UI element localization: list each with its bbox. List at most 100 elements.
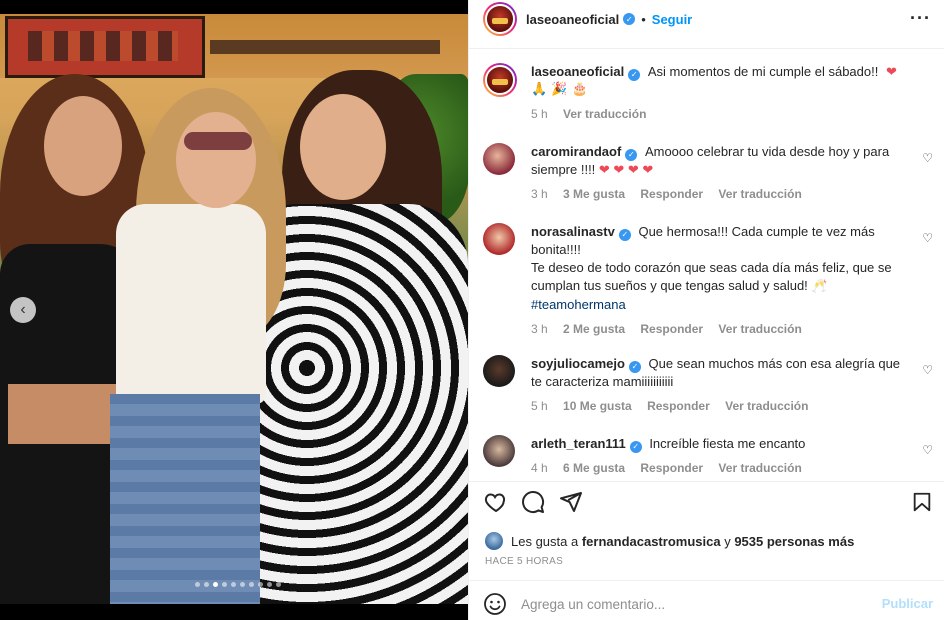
commenter-avatar[interactable] [483,223,515,255]
toast-emoji-icon: 🥂 [811,279,828,294]
caption-meta: 5 h Ver traducción [531,105,911,123]
like-heart-icon[interactable]: ♡ [922,231,933,245]
person-center-top [116,204,266,404]
carousel-dot [258,582,263,587]
comment-reply-button[interactable]: Responder [640,461,703,475]
likes-connector: y [724,533,731,549]
more-horizontal-icon[interactable]: ··· [910,8,931,29]
comment-meta: 4 h 6 Me gusta Responder Ver traducción [531,459,911,477]
verified-badge-icon: ✓ [628,69,641,81]
comment-translate-link[interactable]: Ver traducción [718,461,801,475]
like-heart-icon[interactable]: ♡ [922,443,933,457]
likes-prefix: Les gusta a [511,533,579,549]
like-heart-icon[interactable]: ♡ [922,363,933,377]
comment-translate-link[interactable]: Ver traducción [725,399,808,413]
comment-item: soyjuliocamejo ✓ Que sean muchos más con … [483,355,933,415]
publish-button[interactable]: Publicar [882,596,933,611]
comment-meta: 3 h 2 Me gusta Responder Ver traducción [531,320,911,338]
commenter-avatar[interactable] [483,355,515,387]
share-paper-plane-icon[interactable] [559,490,583,514]
person-right-face [300,94,386,200]
commenter-username[interactable]: arleth_teran111 [531,436,626,451]
comment-meta: 3 h 3 Me gusta Responder Ver traducción [531,185,911,203]
add-comment-row: Publicar [483,590,933,618]
person-left-waist [8,384,118,444]
carousel-dot [240,582,245,587]
caption-username[interactable]: laseoaneoficial [531,64,624,79]
post-panel: laseoaneoficial ✓ • Seguir ··· laseoaneo… [468,0,944,620]
actions-divider [469,481,944,482]
comment-text: Increíble fiesta me encanto [649,436,806,451]
emoji-smiley-icon[interactable] [483,592,507,616]
caption-emojis: 🙏 🎉 🎂 [531,82,588,97]
caption-avatar[interactable] [483,63,517,97]
author-username[interactable]: laseoaneoficial [526,12,619,27]
add-comment-input[interactable] [521,596,861,612]
verified-badge-icon: ✓ [625,149,638,161]
header-separator: • [641,11,646,27]
bookmark-icon[interactable] [911,490,933,514]
post-media[interactable]: ‹ [0,0,468,620]
likes-summary: Les gusta a fernandacastromusica y 9535 … [485,532,854,550]
comment-reply-button[interactable]: Responder [640,322,703,336]
commenter-username[interactable]: norasalinastv [531,224,615,239]
carousel-dot [249,582,254,587]
comment-translate-link[interactable]: Ver traducción [718,187,801,201]
caption-time[interactable]: 5 h [531,107,548,121]
comment-reply-button[interactable]: Responder [647,399,710,413]
post-photo [0,14,468,604]
carousel-dot [222,582,227,587]
comment-text-2: Te deseo de todo corazón que seas cada d… [531,260,892,293]
comment-time[interactable]: 5 h [531,399,548,413]
caption-translate-link[interactable]: Ver traducción [563,107,646,121]
action-bar [483,490,933,518]
author-avatar[interactable] [483,2,517,36]
comment-item: norasalinastv ✓ Que hermosa!!! Cada cumpl… [483,223,933,338]
comment-time[interactable]: 3 h [531,322,548,336]
follow-button[interactable]: Seguir [652,12,692,27]
add-comment-divider [469,580,944,581]
photo-background-shelf [210,40,440,54]
person-center-sunglasses [184,132,252,150]
comment-translate-link[interactable]: Ver traducción [718,322,801,336]
verified-badge-icon: ✓ [623,13,636,25]
verified-badge-icon: ✓ [629,441,642,453]
post-header: laseoaneoficial ✓ • Seguir ··· [469,0,944,38]
commenter-username[interactable]: caromirandaof [531,144,621,159]
caption: laseoaneoficial ✓ Asi momentos de mi cump… [483,63,933,123]
person-left-face [44,96,122,196]
commenter-username[interactable]: soyjuliocamejo [531,356,625,371]
comment-likes[interactable]: 3 Me gusta [563,187,625,201]
heart-emojis-icon: ❤ ❤ ❤ ❤ [598,162,654,177]
post-timestamp[interactable]: HACE 5 HORAS [485,556,563,567]
comment-likes[interactable]: 2 Me gusta [563,322,625,336]
carousel-dot [276,582,281,587]
carousel-prev-button[interactable]: ‹ [10,297,36,323]
comment-time[interactable]: 4 h [531,461,548,475]
commenter-avatar[interactable] [483,435,515,467]
carousel-dots [195,582,281,587]
like-heart-icon[interactable]: ♡ [922,151,933,165]
liker-username[interactable]: fernandacastromusica [582,534,721,549]
chevron-left-icon: ‹ [20,301,26,318]
carousel-dot [204,582,209,587]
comments-list[interactable]: laseoaneoficial ✓ Asi momentos de mi cump… [469,49,944,481]
verified-badge-icon: ✓ [628,361,641,373]
liker-avatar[interactable] [485,532,503,550]
commenter-avatar[interactable] [483,143,515,175]
comment-item: caromirandaof ✓ Amoooo celebrar tu vida d… [483,143,933,203]
heart-emoji-icon: ❤ [885,64,897,79]
likes-others-link[interactable]: 9535 personas más [734,534,854,549]
comment-hashtag[interactable]: #teamohermana [531,296,911,314]
carousel-dot [195,582,200,587]
comment-reply-button[interactable]: Responder [640,187,703,201]
comment-bubble-icon[interactable] [521,490,545,514]
comment-item: arleth_teran111 ✓ Increíble fiesta me enc… [483,435,933,477]
like-heart-icon[interactable] [483,490,509,514]
verified-badge-icon: ✓ [618,229,631,241]
comment-likes[interactable]: 6 Me gusta [563,461,625,475]
comment-likes[interactable]: 10 Me gusta [563,399,632,413]
person-center-face [176,112,256,208]
carousel-dot [213,582,218,587]
comment-time[interactable]: 3 h [531,187,548,201]
